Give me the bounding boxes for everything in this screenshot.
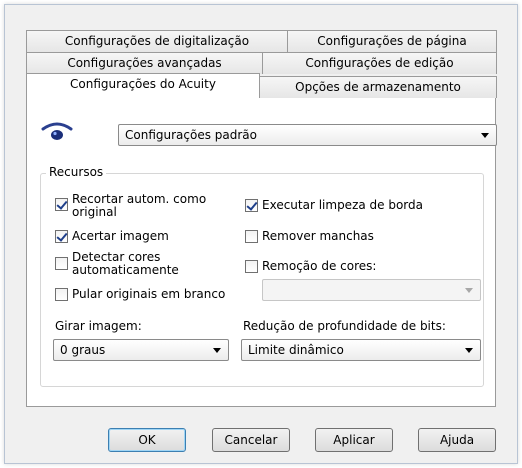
color-removal-checkbox[interactable] [245, 260, 258, 273]
acuity-eye-icon [41, 122, 73, 140]
bitdepth-value: Limite dinâmico [248, 343, 344, 357]
cancel-button[interactable]: Cancelar [212, 428, 290, 452]
detect-label-line2: automaticamente [72, 263, 179, 277]
skip-blank-label[interactable]: Pular originais em branco [72, 288, 225, 301]
chevron-down-icon [481, 133, 489, 138]
crop-label-line1: Recortar autom. como [72, 192, 207, 206]
straighten-label[interactable]: Acertar imagem [72, 230, 169, 243]
skip-blank-checkbox[interactable] [55, 288, 68, 301]
edge-cleanup-checkbox[interactable] [245, 199, 258, 212]
chevron-down-icon [465, 348, 473, 353]
help-button[interactable]: Ajuda [418, 428, 496, 452]
preset-dropdown[interactable]: Configurações padrão [118, 124, 497, 146]
edge-cleanup-label[interactable]: Executar limpeza de borda [262, 199, 423, 212]
rotate-dropdown[interactable]: 0 graus [53, 339, 229, 361]
remove-spots-label[interactable]: Remover manchas [262, 230, 374, 243]
crop-label-line2: original [72, 205, 117, 219]
tab-scan-settings[interactable]: Configurações de digitalização [26, 30, 288, 52]
preset-value: Configurações padrão [125, 128, 257, 142]
tab-acuity-settings[interactable]: Configurações do Acuity [26, 73, 260, 98]
tab-edit-settings[interactable]: Configurações de edição [262, 52, 497, 74]
bitdepth-dropdown[interactable]: Limite dinâmico [241, 339, 481, 361]
detect-colors-checkbox[interactable] [55, 257, 68, 270]
resources-group-title: Recursos [46, 165, 107, 179]
color-removal-label[interactable]: Remoção de cores: [262, 260, 376, 273]
straighten-checkbox[interactable] [55, 230, 68, 243]
detect-colors-label[interactable]: Detectar cores automaticamente [72, 251, 179, 277]
ok-button[interactable]: OK [108, 428, 186, 452]
bitdepth-label: Redução de profundidade de bits: [243, 319, 446, 333]
tab-page-settings[interactable]: Configurações de página [287, 30, 497, 52]
tab-advanced-settings[interactable]: Configurações avançadas [26, 52, 263, 74]
chevron-down-icon [465, 288, 473, 293]
crop-label[interactable]: Recortar autom. como original [72, 193, 206, 219]
color-removal-dropdown[interactable] [262, 279, 481, 301]
tab-row-2: Configurações avançadas Configurações de… [26, 52, 497, 74]
tab-row-3: Configurações do Acuity Opções de armaze… [26, 73, 497, 98]
apply-button[interactable]: Aplicar [315, 428, 393, 452]
tab-storage-options[interactable]: Opções de armazenamento [259, 76, 497, 98]
crop-checkbox[interactable] [55, 198, 68, 211]
remove-spots-checkbox[interactable] [245, 230, 258, 243]
rotate-value: 0 graus [60, 343, 106, 357]
rotate-label: Girar imagem: [55, 319, 142, 333]
tab-row-1: Configurações de digitalização Configura… [26, 30, 497, 52]
detect-label-line1: Detectar cores [72, 250, 161, 264]
chevron-down-icon [213, 348, 221, 353]
